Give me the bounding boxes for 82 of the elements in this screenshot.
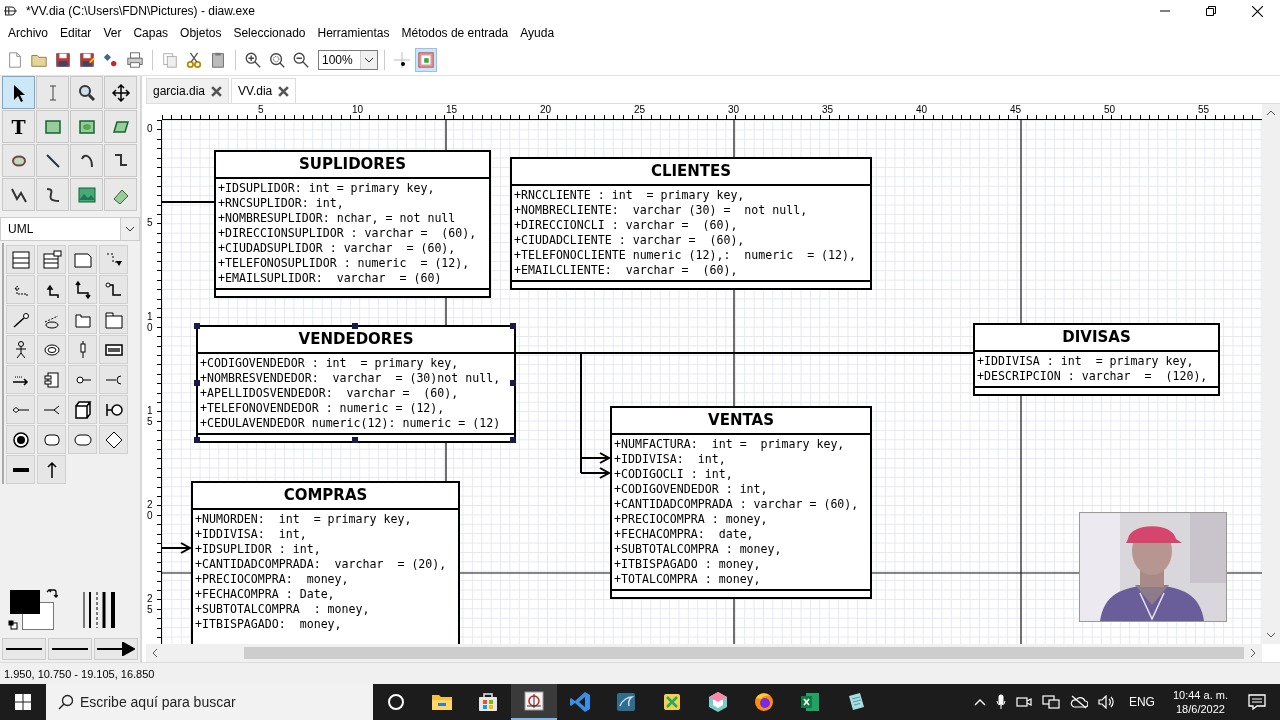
- class-attribute: +CIUDADCLIENTE : varchar = (60),: [514, 233, 746, 248]
- class-attribute: +PRECIOCOMPRA: money,: [195, 572, 350, 587]
- ruler-label: 5: [147, 217, 153, 228]
- class-attribute: +TOTALCOMPRA : money,: [614, 572, 762, 587]
- class-attribute: +IDDIVISA : int = primary key,: [977, 354, 1195, 369]
- class-name: VENTAS: [612, 408, 870, 435]
- class-attribute: +FECHACOMPRA : Date,: [195, 587, 336, 602]
- class-attribute: +TELEFONOVENDEDOR : numeric = (12),: [200, 401, 446, 416]
- class-attribute: +CODIGOVENDEDOR : int = primary key,: [200, 356, 460, 371]
- tab[interactable]: garcia.dia: [146, 78, 230, 103]
- class-attribute: +ITBISPAGADO : money,: [614, 557, 762, 572]
- class-attribute: +SUBTOTALCOMPRA : money,: [614, 542, 783, 557]
- clock-time: 10:44 a. m.: [1172, 688, 1228, 702]
- ruler-label: 45: [1008, 104, 1022, 115]
- class-attribute: +CEDULAVENDEDOR numeric(12): numeric = (12): [200, 416, 502, 431]
- search-field[interactable]: Escribe aquí para buscar: [46, 684, 373, 720]
- ruler-label: 55: [1196, 104, 1210, 115]
- ruler-label: 20: [538, 104, 552, 115]
- class-attribute: +APELLIDOSVENDEDOR: varchar = (60),: [200, 386, 460, 401]
- menu-item[interactable]: Herramientas: [311, 24, 396, 42]
- ruler-label: 40: [914, 104, 928, 115]
- class-attribute: +TELEFONOCLIENTE numeric (12),: numeric = (12),: [514, 248, 858, 263]
- menu-item[interactable]: Ver: [97, 24, 128, 42]
- zoom-combo[interactable]: 100%: [318, 49, 378, 70]
- ruler-label: 30: [726, 104, 740, 115]
- class-attribute: +TELEFONOSUPLIDOR : numeric = (12),: [218, 256, 471, 271]
- class-attribute: +PRECIOCOMPRA : money,: [614, 512, 769, 527]
- cursor-coordinates: 1.950, 10.750 - 19.105, 16.850: [4, 667, 155, 680]
- class-attribute: +NOMBRESUPLIDOR: nchar, = not null: [218, 211, 457, 226]
- ruler-label: 20: [147, 499, 153, 521]
- ruler-label: 50: [1102, 104, 1116, 115]
- class-attribute: +NUMFACTURA: int = primary key,: [614, 437, 846, 452]
- sheet-dropdown[interactable]: UML: [0, 217, 140, 241]
- class-name: SUPLIDORES: [216, 152, 489, 179]
- class-attribute: +EMAILCLIENTE: varchar = (60),: [514, 263, 739, 278]
- class-attribute: +IDDIVISA: int,: [614, 452, 727, 467]
- class-attribute: +DIRECCIONCLI : varchar = (60),: [514, 218, 739, 233]
- class-attribute: +ITBISPAGADO: money,: [195, 617, 343, 632]
- clock[interactable]: 10:44 a. m. 18/6/2022: [1172, 688, 1228, 716]
- class-attribute: +DESCRIPCION : varchar = (120),: [977, 369, 1209, 384]
- menu-item[interactable]: Seleccionado: [227, 24, 312, 42]
- class-attribute: +IDDIVISA: int,: [195, 527, 308, 542]
- class-name: DIVISAS: [975, 325, 1218, 352]
- clock-date: 18/6/2022: [1176, 702, 1225, 716]
- class-name: COMPRAS: [193, 483, 458, 510]
- class-name: VENDEDORES: [198, 327, 514, 354]
- ruler-label: 15: [147, 405, 153, 427]
- class-attribute: +DIRECCIONSUPLIDOR : varchar = (60),: [218, 226, 478, 241]
- ruler-label: 0: [147, 123, 153, 134]
- menu-item[interactable]: Ayuda: [514, 24, 561, 42]
- class-attribute: +FECHACOMPRA: date,: [614, 527, 755, 542]
- menu-item[interactable]: Editar: [54, 24, 98, 42]
- text-tool-button[interactable]: T: [2, 110, 35, 143]
- class-name: CLIENTES: [512, 159, 870, 186]
- class-attribute: +SUBTOTALCOMPRA : money,: [195, 602, 371, 617]
- class-attribute: +CANTIDADCOMPRADA: varchar = (20),: [195, 557, 448, 572]
- menu-item[interactable]: Objetos: [174, 24, 228, 42]
- ruler-label: 25: [147, 593, 153, 615]
- window-title: *VV.dia (C:\Users\FDN\Pictures) - diaw.exe: [26, 4, 255, 18]
- class-attribute: +NUMORDEN: int = primary key,: [195, 512, 413, 527]
- menu-item[interactable]: Capas: [127, 24, 175, 42]
- class-attribute: +IDSUPLIDOR : int,: [195, 542, 322, 557]
- ruler-label: 15: [444, 104, 458, 115]
- class-attribute: +NOMBRECLIENTE: varchar (30) = not null,: [514, 203, 809, 218]
- class-attribute: +RNCSUPLIDOR: int,: [218, 196, 345, 211]
- class-attribute: +CANTIDADCOMPRADA : varchar = (60),: [614, 497, 860, 512]
- ruler-label: 10: [350, 104, 364, 115]
- ruler-label: 10: [147, 311, 153, 333]
- class-attribute: +CODIGOCLI : int,: [614, 467, 734, 482]
- menu-item[interactable]: Archivo: [2, 24, 54, 42]
- language-indicator[interactable]: ENG: [1128, 695, 1155, 709]
- ruler-label: 5: [256, 104, 264, 115]
- ruler-label: 35: [820, 104, 834, 115]
- class-attribute: +RNCCLIENTE : int = primary key,: [514, 188, 746, 203]
- tab[interactable]: VV.dia: [231, 78, 297, 103]
- class-attribute: +CIUDADSUPLIDOR : varchar = (60),: [218, 241, 457, 256]
- class-attribute: +IDSUPLIDOR: int = primary key,: [218, 181, 436, 196]
- class-attribute: +NOMBRESVENDEDOR: varchar = (30)not null,: [200, 371, 502, 386]
- ruler-label: 25: [632, 104, 646, 115]
- menu-item[interactable]: Métodos de entrada: [395, 24, 515, 42]
- class-attribute: +CODIGOVENDEDOR : int,: [614, 482, 769, 497]
- class-attribute: +EMAILSUPLIDOR: varchar = (60): [218, 271, 443, 286]
